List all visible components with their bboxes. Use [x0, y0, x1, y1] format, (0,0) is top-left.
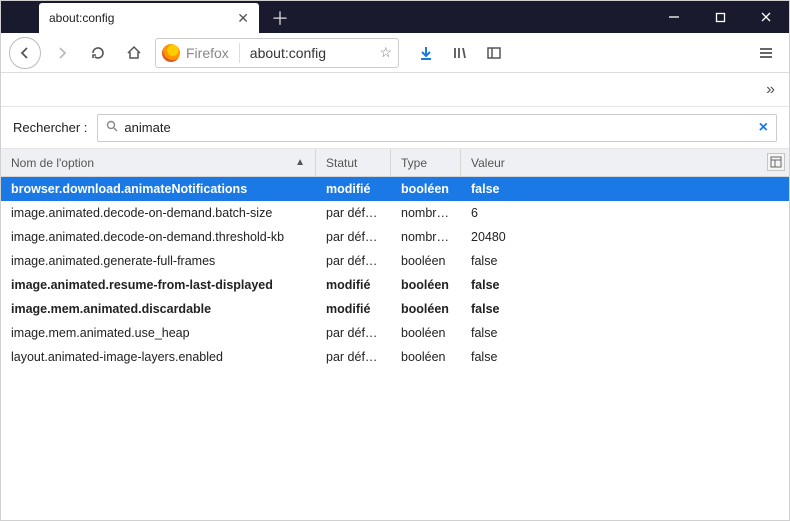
- minimize-button[interactable]: [651, 1, 697, 33]
- urlbar-separator: [239, 43, 240, 63]
- pref-name-cell: image.animated.generate-full-frames: [1, 254, 316, 268]
- url-context-label: Firefox: [186, 45, 229, 61]
- pref-value-cell: false: [461, 326, 789, 340]
- firefox-icon: [162, 44, 180, 62]
- clear-search-icon[interactable]: ×: [759, 119, 768, 137]
- pref-value-cell: 6: [461, 206, 789, 220]
- pref-value-cell: false: [461, 278, 789, 292]
- pref-type-cell: booléen: [391, 350, 461, 364]
- pref-value-cell: 20480: [461, 230, 789, 244]
- col-header-value[interactable]: Valeur: [461, 149, 789, 176]
- library-button[interactable]: [445, 38, 475, 68]
- close-window-button[interactable]: [743, 1, 789, 33]
- table-row[interactable]: image.animated.decode-on-demand.threshol…: [1, 225, 789, 249]
- pref-value-cell: false: [461, 350, 789, 364]
- nav-toolbar: Firefox about:config ☆: [1, 33, 789, 73]
- pref-name-cell: browser.download.animateNotifications: [1, 182, 316, 196]
- new-tab-button[interactable]: ＋: [265, 3, 295, 33]
- tab-title: about:config: [49, 11, 114, 25]
- titlebar: about:config ✕ ＋: [1, 1, 789, 33]
- col-header-type[interactable]: Type: [391, 149, 461, 176]
- pref-name-cell: image.mem.animated.use_heap: [1, 326, 316, 340]
- pref-type-cell: booléen: [391, 182, 461, 196]
- maximize-button[interactable]: [697, 1, 743, 33]
- pref-type-cell: booléen: [391, 278, 461, 292]
- tab-aboutconfig[interactable]: about:config ✕: [39, 3, 259, 33]
- table-row[interactable]: image.animated.generate-full-framespar d…: [1, 249, 789, 273]
- pref-status-cell: par défaut: [316, 206, 391, 220]
- col-header-type-label: Type: [401, 156, 427, 170]
- downloads-button[interactable]: [411, 38, 441, 68]
- overflow-chevron-icon[interactable]: »: [766, 81, 775, 99]
- table-row[interactable]: image.animated.decode-on-demand.batch-si…: [1, 201, 789, 225]
- pref-type-cell: nombre en...: [391, 206, 461, 220]
- table-row[interactable]: layout.animated-image-layers.enabledpar …: [1, 345, 789, 369]
- table-row[interactable]: image.mem.animated.use_heappar défautboo…: [1, 321, 789, 345]
- pref-status-cell: modifié: [316, 182, 391, 196]
- back-button[interactable]: [9, 37, 41, 69]
- pref-status-cell: modifié: [316, 278, 391, 292]
- window-controls: [651, 1, 789, 33]
- col-header-value-label: Valeur: [471, 156, 505, 170]
- pref-name-cell: image.animated.decode-on-demand.threshol…: [1, 230, 316, 244]
- pref-status-cell: par défaut: [316, 326, 391, 340]
- url-bar[interactable]: Firefox about:config ☆: [155, 38, 399, 68]
- pref-type-cell: booléen: [391, 254, 461, 268]
- pref-name-cell: image.animated.decode-on-demand.batch-si…: [1, 206, 316, 220]
- search-icon: [106, 120, 118, 135]
- search-label: Rechercher :: [13, 120, 87, 135]
- table-header: Nom de l'option ▲ Statut Type Valeur: [1, 149, 789, 177]
- pref-name-cell: image.animated.resume-from-last-displaye…: [1, 278, 316, 292]
- bookmark-star-icon[interactable]: ☆: [379, 44, 392, 61]
- table-body: browser.download.animateNotificationsmod…: [1, 177, 789, 520]
- pref-type-cell: booléen: [391, 302, 461, 316]
- table-row[interactable]: image.animated.resume-from-last-displaye…: [1, 273, 789, 297]
- table-row[interactable]: browser.download.animateNotificationsmod…: [1, 177, 789, 201]
- table-row[interactable]: image.mem.animated.discardablemodifiéboo…: [1, 297, 789, 321]
- col-header-option-label: Nom de l'option: [11, 156, 94, 170]
- pref-value-cell: false: [461, 254, 789, 268]
- pref-name-cell: layout.animated-image-layers.enabled: [1, 350, 316, 364]
- col-header-option[interactable]: Nom de l'option ▲: [1, 149, 316, 176]
- forward-button: [47, 38, 77, 68]
- pref-value-cell: false: [461, 302, 789, 316]
- pref-value-cell: false: [461, 182, 789, 196]
- col-header-status-label: Statut: [326, 156, 357, 170]
- pref-status-cell: modifié: [316, 302, 391, 316]
- pref-status-cell: par défaut: [316, 230, 391, 244]
- reload-button[interactable]: [83, 38, 113, 68]
- pref-status-cell: par défaut: [316, 350, 391, 364]
- close-tab-icon[interactable]: ✕: [237, 10, 249, 27]
- col-header-status[interactable]: Statut: [316, 149, 391, 176]
- pref-name-cell: image.mem.animated.discardable: [1, 302, 316, 316]
- pref-type-cell: nombre en...: [391, 230, 461, 244]
- search-box[interactable]: ×: [97, 114, 777, 142]
- hamburger-menu-button[interactable]: [751, 38, 781, 68]
- window: about:config ✕ ＋: [0, 0, 790, 521]
- home-button[interactable]: [119, 38, 149, 68]
- overflow-row: »: [1, 73, 789, 107]
- sort-asc-icon: ▲: [295, 157, 305, 168]
- url-text: about:config: [250, 45, 374, 61]
- pref-type-cell: booléen: [391, 326, 461, 340]
- column-picker-button[interactable]: [767, 153, 785, 171]
- pref-status-cell: par défaut: [316, 254, 391, 268]
- search-row: Rechercher : ×: [1, 107, 789, 149]
- search-input[interactable]: [124, 120, 758, 135]
- sidebar-button[interactable]: [479, 38, 509, 68]
